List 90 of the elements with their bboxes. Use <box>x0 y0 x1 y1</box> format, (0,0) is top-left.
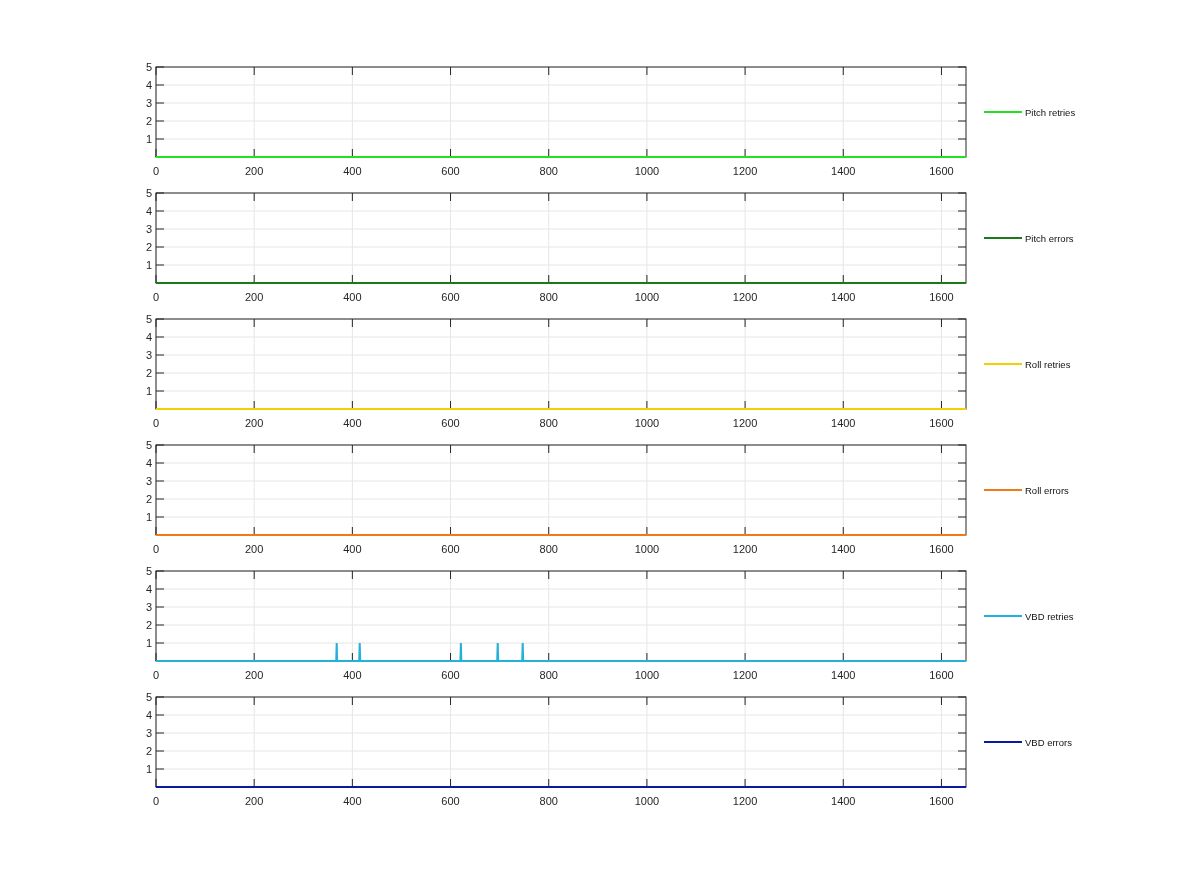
tick-label: 1 <box>145 385 152 397</box>
tick-label: 1000 <box>634 669 660 681</box>
tick-label: 0 <box>152 669 160 681</box>
tick-label: 1200 <box>732 669 758 681</box>
tick-label: 1400 <box>831 417 856 429</box>
tick-label: 5 <box>145 187 152 199</box>
tick-label: 1 <box>145 511 152 523</box>
tick-label: 1000 <box>634 543 660 555</box>
tick-label: 1 <box>145 133 152 145</box>
tick-label: 3 <box>145 727 152 739</box>
tick-label: 4 <box>145 205 152 217</box>
tick-label: 1200 <box>732 417 758 429</box>
tick-label: 200 <box>245 669 264 681</box>
tick-label: 1 <box>145 259 152 271</box>
tick-label: 1200 <box>732 543 758 555</box>
tick-label: 400 <box>343 795 362 807</box>
tick-label: 3 <box>145 349 152 361</box>
tick-label: 600 <box>441 165 460 177</box>
tick-label: 1400 <box>831 543 856 555</box>
tick-label: 800 <box>539 291 558 303</box>
tick-label: 400 <box>343 291 362 303</box>
tick-label: 1200 <box>732 795 758 807</box>
tick-label: 800 <box>539 669 558 681</box>
tick-label: 0 <box>152 543 160 555</box>
tick-label: 1200 <box>732 165 758 177</box>
tick-label: 400 <box>343 417 362 429</box>
tick-label: 4 <box>145 457 152 469</box>
tick-label: 600 <box>441 795 460 807</box>
tick-label: 1600 <box>929 795 954 807</box>
tick-label: 3 <box>145 601 152 613</box>
tick-label: 2 <box>145 619 152 631</box>
tick-label: 800 <box>539 795 558 807</box>
tick-label: 600 <box>441 543 460 555</box>
tick-label: 4 <box>145 79 152 91</box>
tick-label: 800 <box>539 417 558 429</box>
tick-label: 200 <box>245 291 264 303</box>
tick-label: 2 <box>145 493 152 505</box>
tick-label: 1000 <box>634 291 660 303</box>
tick-label: 1 <box>145 637 152 649</box>
tick-label: 1400 <box>831 669 856 681</box>
tick-label: 1600 <box>929 543 954 555</box>
tick-label: 600 <box>441 291 460 303</box>
tick-label: 2 <box>145 745 152 757</box>
tick-label: 200 <box>245 543 264 555</box>
tick-label: 200 <box>245 417 264 429</box>
tick-label: 1200 <box>732 291 758 303</box>
tick-label: 1600 <box>929 669 954 681</box>
legend-label: VBD retries <box>1025 611 1074 622</box>
tick-label: 3 <box>145 97 152 109</box>
tick-label: 1000 <box>634 165 660 177</box>
tick-label: 1400 <box>831 291 856 303</box>
tick-label: 200 <box>245 165 264 177</box>
tick-label: 400 <box>343 669 362 681</box>
tick-label: 2 <box>145 367 152 379</box>
tick-label: 400 <box>343 543 362 555</box>
legend-label: Pitch errors <box>1025 233 1074 244</box>
tick-label: 600 <box>441 417 460 429</box>
tick-label: 5 <box>145 565 152 577</box>
tick-label: 5 <box>145 439 152 451</box>
tick-label: 2 <box>145 241 152 253</box>
legend-label: VBD errors <box>1025 737 1072 748</box>
tick-label: 4 <box>145 331 152 343</box>
tick-label: 1600 <box>929 417 954 429</box>
tick-label: 1000 <box>634 795 660 807</box>
tick-label: 1400 <box>831 165 856 177</box>
legend-label: Roll retries <box>1025 359 1071 370</box>
tick-label: 3 <box>145 223 152 235</box>
tick-label: 1600 <box>929 291 954 303</box>
tick-label: 1 <box>145 763 152 775</box>
tick-label: 800 <box>539 543 558 555</box>
tick-label: 3 <box>145 475 152 487</box>
tick-label: 400 <box>343 165 362 177</box>
tick-label: 0 <box>152 165 160 177</box>
tick-label: 5 <box>145 313 152 325</box>
tick-label: 5 <box>145 691 152 703</box>
tick-label: 4 <box>145 583 152 595</box>
legend-label: Pitch retries <box>1025 107 1076 118</box>
tick-label: 0 <box>152 291 160 303</box>
tick-label: 0 <box>152 795 160 807</box>
tick-label: 1400 <box>831 795 856 807</box>
tick-label: 2 <box>145 115 152 127</box>
legend-label: Roll errors <box>1025 485 1069 496</box>
tick-label: 200 <box>245 795 264 807</box>
tick-label: 600 <box>441 669 460 681</box>
tick-label: 800 <box>539 165 558 177</box>
tick-label: 1000 <box>634 417 660 429</box>
tick-label: 4 <box>145 709 152 721</box>
tick-label: 1600 <box>929 165 954 177</box>
tick-label: 0 <box>152 417 160 429</box>
tick-label: 5 <box>145 61 152 73</box>
